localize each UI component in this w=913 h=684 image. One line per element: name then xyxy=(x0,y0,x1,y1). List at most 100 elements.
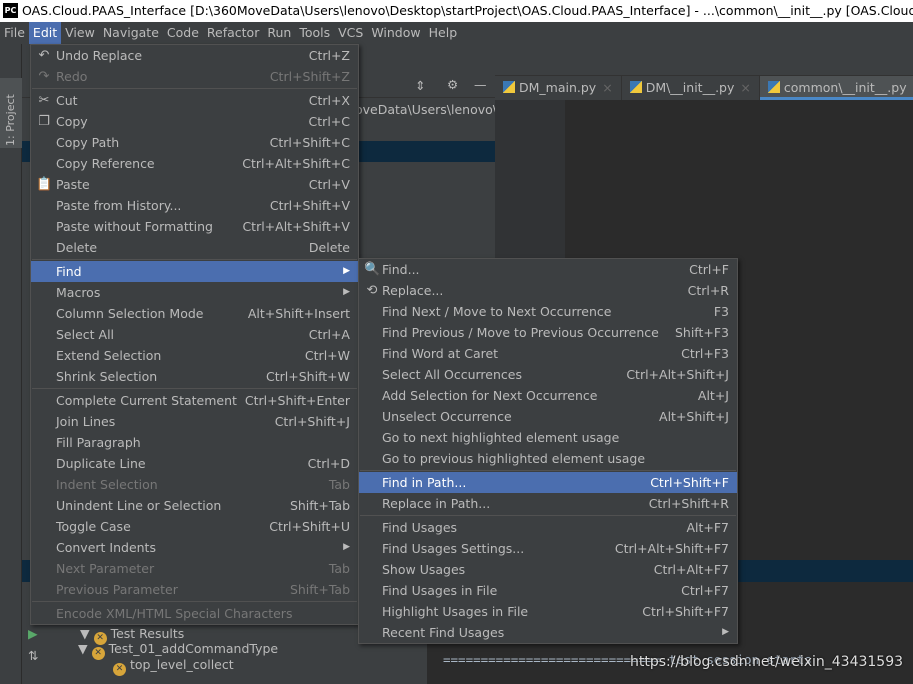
menu-item-label: Column Selection Mode xyxy=(56,306,204,321)
menu-item-recent-find-usages[interactable]: Recent Find Usages ▶ xyxy=(359,622,737,643)
menu-item-label: Unindent Line or Selection xyxy=(56,498,222,513)
menu-item-indent-selection[interactable]: Indent Selection Tab xyxy=(31,474,358,495)
menu-item-toggle-case[interactable]: Toggle Case Ctrl+Shift+U xyxy=(31,516,358,537)
menu-item-previous-parameter[interactable]: Previous Parameter Shift+Tab xyxy=(31,579,358,600)
shortcut-label: Ctrl+A xyxy=(308,327,350,342)
tree-item-test-case[interactable]: ✕ top_level_collect xyxy=(113,657,234,676)
menu-item-copy-path[interactable]: Copy Path Ctrl+Shift+C xyxy=(31,132,358,153)
menu-item-find[interactable]: Find ▶ xyxy=(31,261,358,282)
menu-item-label: Find xyxy=(56,264,82,279)
menu-tools[interactable]: Tools xyxy=(295,22,334,44)
menu-item-show-usages[interactable]: Show Usages Ctrl+Alt+F7 xyxy=(359,559,737,580)
menu-item-label: Find Usages Settings... xyxy=(382,541,525,556)
tab-common-init-py[interactable]: common\__init__.py× xyxy=(759,76,913,100)
menu-item-label: Find Usages xyxy=(382,520,458,535)
menu-item-add-selection-for-next-occurrence[interactable]: Add Selection for Next Occurrence Alt+J xyxy=(359,385,737,406)
title-bar: OAS.Cloud.PAAS_Interface [D:\360MoveData… xyxy=(0,0,913,22)
menu-item-join-lines[interactable]: Join Lines Ctrl+Shift+J xyxy=(31,411,358,432)
menu-item-duplicate-line[interactable]: Duplicate Line Ctrl+D xyxy=(31,453,358,474)
minimize-icon[interactable]: — xyxy=(474,77,487,92)
menu-item-fill-paragraph[interactable]: Fill Paragraph xyxy=(31,432,358,453)
close-icon[interactable]: × xyxy=(740,80,750,95)
menu-item-go-to-previous-highlighted-element-usage[interactable]: Go to previous highlighted element usage xyxy=(359,448,737,469)
menu-item-macros[interactable]: Macros ▶ xyxy=(31,282,358,303)
menu-run[interactable]: Run xyxy=(263,22,295,44)
close-icon[interactable]: × xyxy=(602,80,612,95)
menu-item-find-next-move-to-next-occurrence[interactable]: Find Next / Move to Next Occurrence F3 xyxy=(359,301,737,322)
menu-item-highlight-usages-in-file[interactable]: Highlight Usages in File Ctrl+Shift+F7 xyxy=(359,601,737,622)
menu-item-find-previous-move-to-previous-occurrence[interactable]: Find Previous / Move to Previous Occurre… xyxy=(359,322,737,343)
shortcut-label: Ctrl+Shift+F xyxy=(650,475,729,490)
gear-icon[interactable]: ⚙ xyxy=(447,77,458,92)
scissors-icon: ✂ xyxy=(38,93,50,108)
tree-item-label: Test_01_addCommandType xyxy=(108,641,279,656)
shortcut-label: Shift+Tab xyxy=(289,582,350,597)
menu-item-replace-in-path[interactable]: Replace in Path... Ctrl+Shift+R xyxy=(359,493,737,514)
menu-item-encode-xml-html-special-characters[interactable]: Encode XML/HTML Special Characters xyxy=(31,603,358,624)
menu-item-find-word-at-caret[interactable]: Find Word at Caret Ctrl+F3 xyxy=(359,343,737,364)
menu-item-label: Paste from History... xyxy=(56,198,182,213)
menu-bar: File Edit View Navigate Code Refactor Run Tools… xyxy=(0,22,913,44)
menu-item-select-all-occurrences[interactable]: Select All Occurrences Ctrl+Alt+Shift+J xyxy=(359,364,737,385)
shortcut-label: Alt+Shift+J xyxy=(659,409,729,424)
menu-window[interactable]: Window xyxy=(367,22,424,44)
menu-item-label: Indent Selection xyxy=(56,477,158,492)
menu-item-complete-current-statement[interactable]: Complete Current Statement Ctrl+Shift+Ent… xyxy=(31,390,358,411)
menu-item-paste-from-history[interactable]: Paste from History... Ctrl+Shift+V xyxy=(31,195,358,216)
menu-item-copy-reference[interactable]: Copy Reference Ctrl+Alt+Shift+C xyxy=(31,153,358,174)
undo-icon: ↶ xyxy=(38,48,50,63)
shortcut-label: Alt+F7 xyxy=(686,520,729,535)
menu-item-go-to-next-highlighted-element-usage[interactable]: Go to next highlighted element usage xyxy=(359,427,737,448)
menu-item-next-parameter[interactable]: Next Parameter Tab xyxy=(31,558,358,579)
menu-item-cut[interactable]: ✂ Cut Ctrl+X xyxy=(31,90,358,111)
menu-item-unselect-occurrence[interactable]: Unselect Occurrence Alt+Shift+J xyxy=(359,406,737,427)
menu-edit[interactable]: Edit xyxy=(28,22,62,44)
menu-item-label: Convert Indents xyxy=(56,540,156,555)
menu-code[interactable]: Code xyxy=(163,22,203,44)
menu-item-label: Copy Reference xyxy=(56,156,155,171)
menu-item-extend-selection[interactable]: Extend Selection Ctrl+W xyxy=(31,345,358,366)
menu-item-find-usages-in-file[interactable]: Find Usages in File Ctrl+F7 xyxy=(359,580,737,601)
menu-item-label: Delete xyxy=(56,240,98,255)
find-submenu: 🔍 Find... Ctrl+F ⟲ Replace... Ctrl+R Find Next… xyxy=(358,258,738,644)
menu-item-redo[interactable]: ↷ Redo Ctrl+Shift+Z xyxy=(31,66,358,87)
menu-navigate[interactable]: Navigate xyxy=(99,22,163,44)
submenu-arrow-icon: ▶ xyxy=(722,627,729,637)
menu-item-delete[interactable]: Delete Delete xyxy=(31,237,358,258)
menu-item-label: Find Usages in File xyxy=(382,583,498,598)
menu-item-find[interactable]: 🔍 Find... Ctrl+F xyxy=(359,259,737,280)
collapse-icon[interactable]: ⇕ xyxy=(415,78,425,93)
window-title: OAS.Cloud.PAAS_Interface [D:\360MoveData… xyxy=(22,3,913,18)
toggle-icon[interactable]: ⇅ xyxy=(28,648,38,663)
shortcut-label: Ctrl+Shift+J xyxy=(274,414,350,429)
menu-item-label: Duplicate Line xyxy=(56,456,146,471)
menu-item-column-selection-mode[interactable]: Column Selection Mode Alt+Shift+Insert xyxy=(31,303,358,324)
menu-item-paste[interactable]: 📋 Paste Ctrl+V xyxy=(31,174,358,195)
menu-item-undo-replace[interactable]: ↶ Undo Replace Ctrl+Z xyxy=(31,45,358,66)
menu-item-convert-indents[interactable]: Convert Indents ▶ xyxy=(31,537,358,558)
menu-item-shrink-selection[interactable]: Shrink Selection Ctrl+Shift+W xyxy=(31,366,358,387)
menu-help[interactable]: Help xyxy=(425,22,462,44)
menu-item-find-usages-settings[interactable]: Find Usages Settings... Ctrl+Alt+Shift+F7 xyxy=(359,538,737,559)
tab-dm-init-py[interactable]: DM\__init__.py × xyxy=(622,76,760,100)
menu-item-select-all[interactable]: Select All Ctrl+A xyxy=(31,324,358,345)
editor-tabs: DM_main.py × DM\__init__.py × common\__init_… xyxy=(495,76,913,100)
menu-vcs[interactable]: VCS xyxy=(334,22,367,44)
menu-view[interactable]: View xyxy=(61,22,99,44)
tab-dm-main-py[interactable]: DM_main.py × xyxy=(495,76,622,100)
menu-item-label: Copy xyxy=(56,114,88,129)
shortcut-label: Ctrl+Alt+Shift+C xyxy=(242,156,350,171)
menu-item-copy[interactable]: ❐ Copy Ctrl+C xyxy=(31,111,358,132)
menu-file[interactable]: File xyxy=(0,22,29,44)
rerun-icon[interactable]: ▶ xyxy=(28,626,38,641)
menu-item-paste-without-formatting[interactable]: Paste without Formatting Ctrl+Alt+Shift+V xyxy=(31,216,358,237)
menu-item-replace[interactable]: ⟲ Replace... Ctrl+R xyxy=(359,280,737,301)
menu-item-unindent-line-or-selection[interactable]: Unindent Line or Selection Shift+Tab xyxy=(31,495,358,516)
menu-item-find-usages[interactable]: Find Usages Alt+F7 xyxy=(359,517,737,538)
menu-item-label: Recent Find Usages xyxy=(382,625,505,640)
project-tool-tab[interactable]: 1: Project xyxy=(0,78,22,148)
menu-item-label: Redo xyxy=(56,69,88,84)
menu-refactor[interactable]: Refactor xyxy=(203,22,263,44)
menu-item-find-in-path[interactable]: Find in Path... Ctrl+Shift+F xyxy=(359,472,737,493)
copy-icon: ❐ xyxy=(38,114,50,129)
